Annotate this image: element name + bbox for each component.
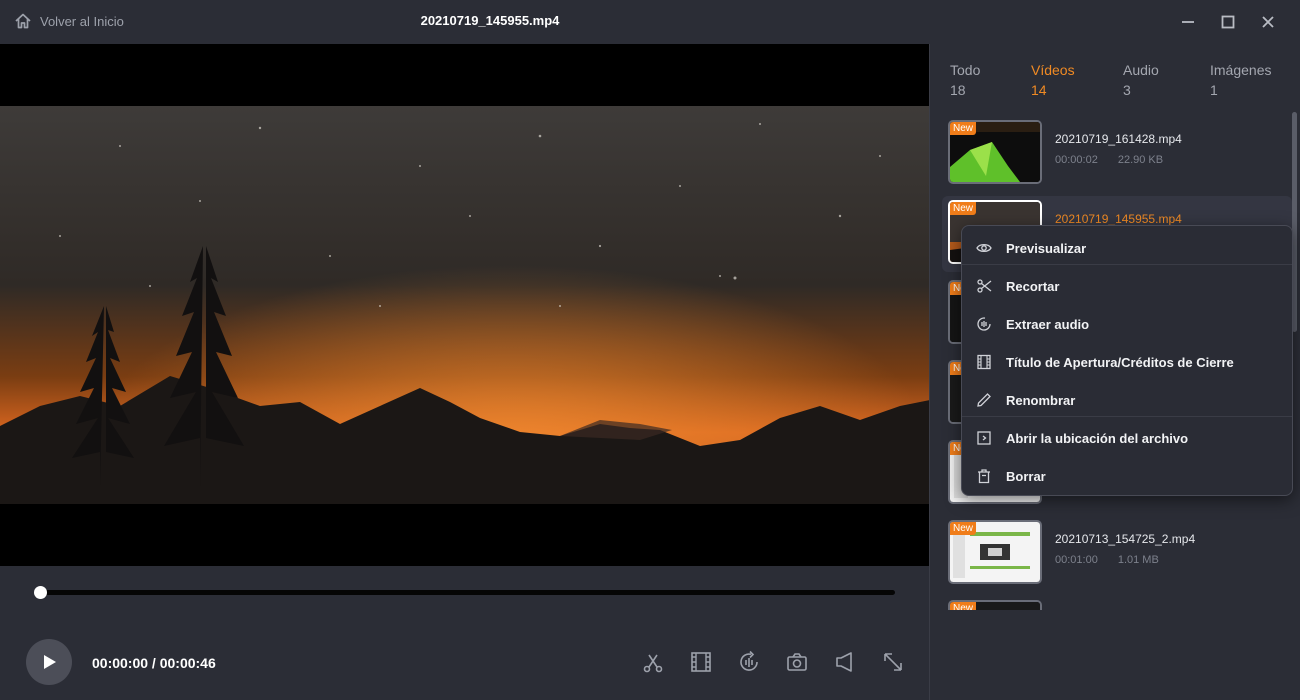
audio-extract-icon — [977, 317, 991, 331]
pencil-icon — [977, 393, 991, 407]
file-duration: 00:01:00 — [1055, 554, 1098, 566]
volume-button[interactable] — [832, 649, 858, 675]
menu-item-open-location[interactable]: Abrir la ubicación del archivo — [962, 419, 1292, 457]
tab-images[interactable]: Imágenes 1 — [1210, 62, 1271, 98]
trash-icon — [978, 469, 990, 484]
maximize-button[interactable] — [1218, 12, 1238, 32]
rotate-icon — [740, 650, 758, 671]
minimize-button[interactable] — [1178, 12, 1198, 32]
minimize-icon — [1182, 21, 1194, 23]
menu-separator — [962, 416, 1292, 417]
window-title: 20210719_145955.mp4 — [420, 13, 560, 28]
menu-item-titles-credits[interactable]: Título de Apertura/Créditos de Cierre — [962, 343, 1292, 381]
menu-item-extract-audio[interactable]: Extraer audio — [962, 305, 1292, 343]
menu-item-trim[interactable]: Recortar — [962, 267, 1292, 305]
file-item[interactable]: New — [942, 596, 1292, 610]
file-name: 20210719_145955.mp4 — [1055, 212, 1182, 226]
file-thumbnail: New — [948, 600, 1042, 610]
menu-separator — [962, 264, 1292, 265]
menu-item-label: Previsualizar — [1006, 240, 1087, 256]
eye-icon — [976, 243, 992, 253]
tab-all[interactable]: Todo 18 — [950, 62, 980, 98]
new-badge: New — [950, 202, 977, 215]
progress-bar[interactable] — [34, 586, 895, 599]
file-size: 22.90 KB — [1117, 154, 1164, 166]
menu-item-preview[interactable]: Previsualizar — [962, 229, 1292, 267]
new-badge: New — [950, 122, 977, 135]
new-badge: New — [950, 522, 977, 535]
title-bar: Volver al Inicio 20210719_145955.mp4 — [0, 0, 1300, 44]
edit-button[interactable] — [1125, 696, 1151, 700]
menu-item-label: Recortar — [1006, 278, 1060, 294]
tab-videos[interactable]: Vídeos 14 — [1031, 62, 1075, 98]
fullscreen-icon — [884, 653, 902, 671]
close-button[interactable] — [1258, 12, 1278, 32]
tab-count: 18 — [950, 82, 966, 98]
play-icon — [44, 655, 56, 669]
menu-item-rename[interactable]: Renombrar — [962, 381, 1292, 419]
menu-item-label: Extraer audio — [1006, 316, 1090, 332]
tab-audio[interactable]: Audio 3 — [1123, 62, 1159, 98]
tab-label: Vídeos — [1031, 62, 1075, 78]
scissors-icon — [977, 279, 992, 293]
file-item[interactable]: New 20210719_161428.mp4 00:00:02 22.90 KB — [942, 116, 1292, 192]
snapshot-icon — [787, 653, 807, 671]
play-button[interactable] — [26, 639, 72, 685]
file-thumbnail: New — [948, 120, 1042, 184]
tab-label: Imágenes — [1210, 62, 1272, 78]
file-meta: 00:01:00 1.01 MB — [1055, 554, 1159, 566]
menu-item-label: Renombrar — [1006, 392, 1076, 408]
tab-label: Todo — [950, 62, 981, 78]
playback-time: 00:00:00 / 00:00:46 — [92, 655, 216, 671]
open-folder-button[interactable] — [1209, 696, 1235, 700]
video-frame — [0, 106, 930, 504]
folder-open-icon — [977, 431, 991, 445]
file-size: 1.01 MB — [1117, 554, 1159, 566]
menu-item-label: Título de Apertura/Créditos de Cierre — [1006, 354, 1234, 370]
menu-item-label: Borrar — [1006, 468, 1046, 484]
film-title-icon — [977, 354, 991, 370]
maximize-icon — [1221, 15, 1235, 29]
tab-count: 14 — [1031, 82, 1047, 98]
context-menu: Previsualizar Recortar Extraer audio Tít… — [961, 225, 1293, 496]
file-item[interactable]: New 20210713_154725_2.mp4 00:01:00 1.01 M… — [942, 516, 1292, 592]
volume-icon — [836, 652, 852, 672]
video-preview[interactable] — [0, 44, 930, 566]
tab-count: 1 — [1210, 82, 1218, 98]
snapshot-button[interactable] — [784, 649, 810, 675]
menu-item-delete[interactable]: Borrar — [962, 457, 1292, 495]
close-icon — [1262, 16, 1274, 28]
progress-handle[interactable] — [34, 586, 47, 599]
file-duration: 00:00:02 — [1055, 154, 1098, 166]
rotate-button[interactable] — [736, 649, 762, 675]
file-thumbnail: New — [948, 520, 1042, 584]
cut-icon — [643, 654, 663, 673]
film-strip-icon — [691, 652, 711, 672]
fullscreen-button[interactable] — [880, 649, 906, 675]
delete-button[interactable] — [1251, 696, 1277, 700]
sort-button[interactable] — [1167, 696, 1193, 700]
new-badge: New — [950, 602, 977, 610]
film-strip-button[interactable] — [688, 649, 714, 675]
file-name: 20210713_154725_2.mp4 — [1055, 532, 1196, 546]
file-meta: 00:00:02 22.90 KB — [1055, 154, 1163, 166]
file-name: 20210719_161428.mp4 — [1055, 132, 1182, 146]
cut-button[interactable] — [640, 649, 666, 675]
menu-item-label: Abrir la ubicación del archivo — [1006, 430, 1189, 446]
tab-label: Audio — [1123, 62, 1159, 78]
tab-count: 3 — [1123, 82, 1131, 98]
